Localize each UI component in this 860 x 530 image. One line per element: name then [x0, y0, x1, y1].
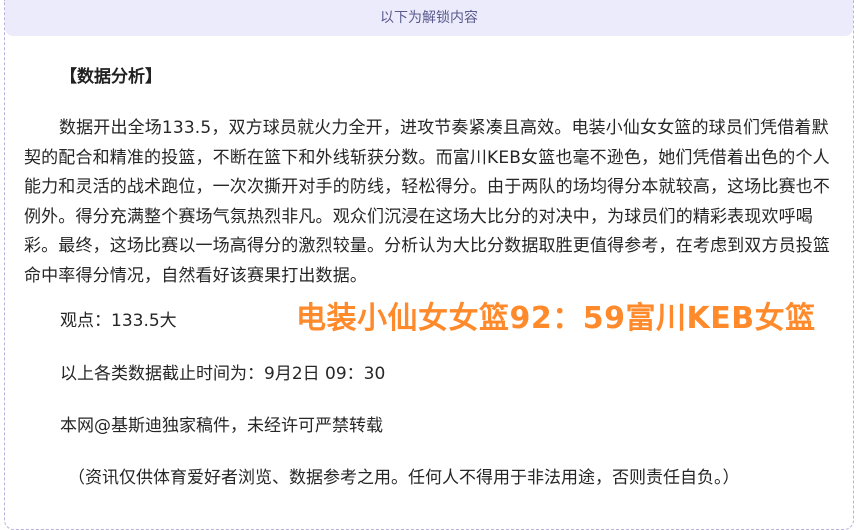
copyright-notice: 本网@基斯迪独家稿件，未经许可严禁转载 [60, 416, 383, 436]
disclaimer-text: （资讯仅供体育爱好者浏览、数据参考之用。任何人不得用于非法用途，否则责任自负。） [68, 468, 740, 488]
section-heading: 【数据分析】 [60, 67, 162, 87]
analysis-paragraph: 数据开出全场133.5，双方球员就火力全开，进攻节奏紧凑且高效。电装小仙女女篮的… [24, 118, 831, 286]
opinion-text: 观点：133.5大 [60, 311, 177, 331]
unlock-banner: 以下为解锁内容 [5, 0, 853, 36]
data-cutoff-text: 以上各类数据截止时间为：9月2日 09：30 [60, 364, 386, 384]
score-overlay: 电装小仙女女篮92：59富川KEB女篮 [296, 301, 816, 336]
